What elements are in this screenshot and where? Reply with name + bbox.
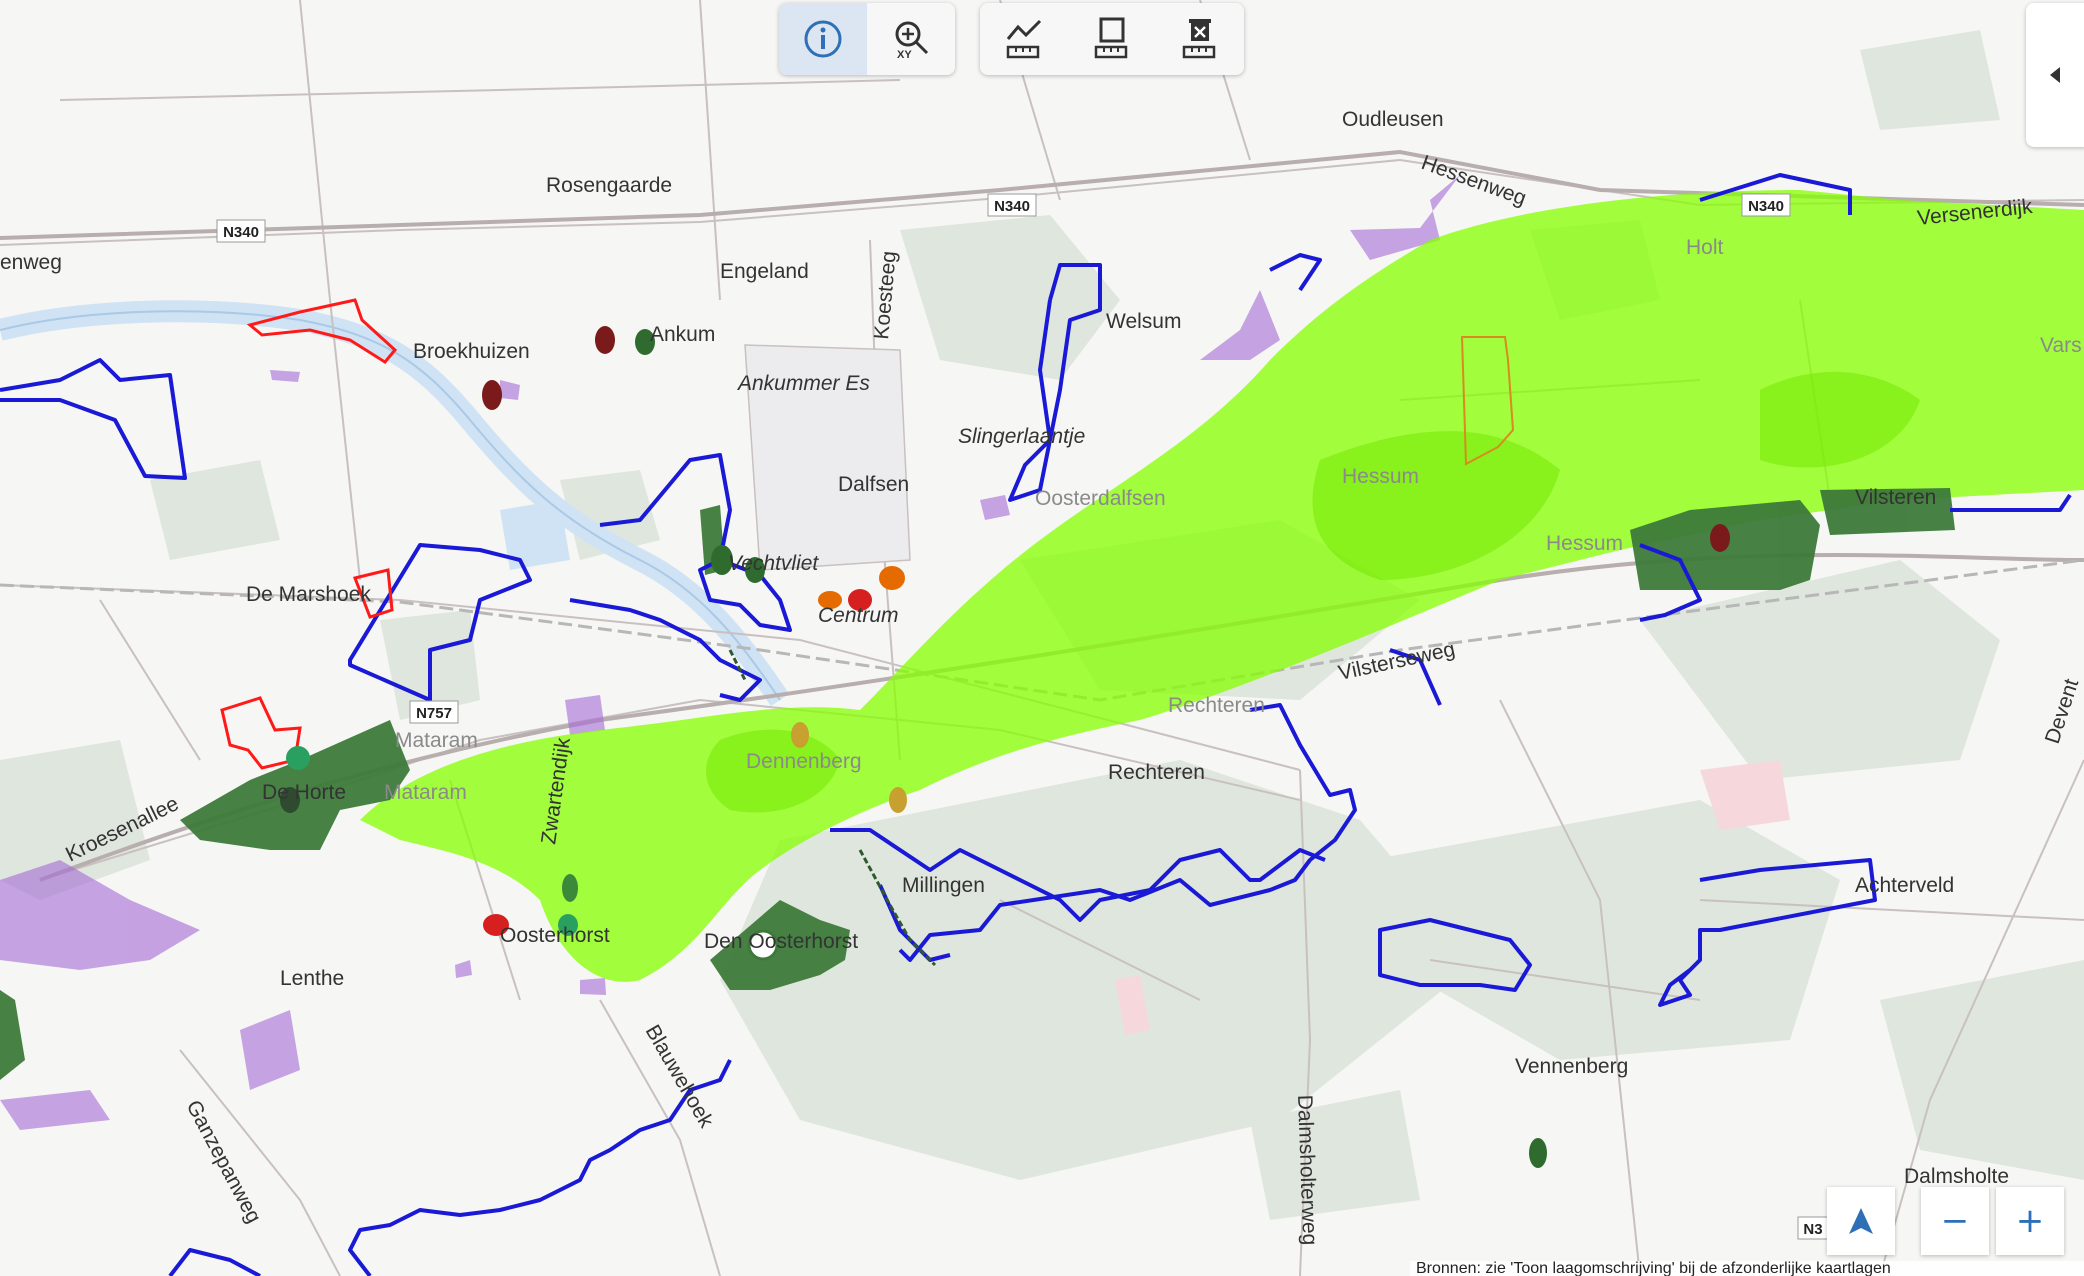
zoom-to-xy-button[interactable]: XY — [867, 3, 955, 75]
place-label: Hessum — [1546, 532, 1623, 555]
place-label: Millingen — [902, 874, 985, 897]
road-shield-n340-a: N340 — [216, 219, 266, 243]
measure-area-button[interactable] — [1068, 3, 1156, 75]
svg-text:N340: N340 — [223, 224, 259, 241]
place-label: Vilsteren — [1855, 486, 1936, 509]
place-label: Hessum — [1342, 465, 1419, 488]
toolbar-measure-group — [980, 3, 1244, 75]
svg-text:N340: N340 — [1748, 198, 1784, 215]
svg-text:N757: N757 — [416, 705, 452, 722]
place-label: Achterveld — [1855, 874, 1954, 897]
info-icon — [804, 20, 842, 58]
toolbar-identify-group: XY — [779, 3, 955, 75]
place-label: Welsum — [1106, 310, 1181, 333]
place-label: Rechteren — [1168, 694, 1265, 717]
place-label: Slingerlaantje — [958, 425, 1085, 448]
zoom-in-button[interactable]: + — [1996, 1187, 2064, 1255]
place-label: Holt — [1686, 236, 1724, 259]
road-shield-n340-c: N340 — [1741, 193, 1791, 217]
side-panel-toggle-button[interactable] — [2026, 3, 2084, 147]
map-canvas[interactable]: N340 N340 N340 N757 N3 Oudleusen Rosenga… — [0, 0, 2084, 1276]
map-attribution: Bronnen: zie 'Toon laagomschrijving' bij… — [1410, 1261, 2084, 1276]
place-label: Rechteren — [1108, 761, 1205, 784]
place-label: Centrum — [818, 604, 899, 627]
place-label: Engeland — [720, 260, 809, 283]
place-label: Ankummer Es — [736, 372, 870, 395]
place-label: Broekhuizen — [413, 340, 530, 363]
place-label: Oudleusen — [1342, 108, 1444, 131]
place-label: Vechtvliet — [728, 552, 819, 575]
zoom-out-button[interactable]: − — [1921, 1187, 1989, 1255]
place-label: Dalfsen — [838, 473, 909, 496]
road-label: enweg — [0, 251, 62, 274]
chevron-left-icon — [2050, 67, 2060, 83]
road-shield-n340-b: N340 — [987, 193, 1037, 217]
svg-text:N3: N3 — [1803, 1221, 1822, 1238]
place-label: De Horte — [262, 781, 346, 804]
svg-text:XY: XY — [897, 49, 912, 59]
svg-text:N340: N340 — [994, 198, 1030, 215]
place-label: Vennenberg — [1515, 1055, 1628, 1078]
locate-arrow-icon — [1849, 1208, 1873, 1234]
place-label: Lenthe — [280, 967, 344, 990]
place-label: Ankum — [650, 323, 715, 346]
measure-line-button[interactable] — [980, 3, 1068, 75]
place-label: De Marshoek — [246, 583, 371, 606]
info-button[interactable] — [779, 3, 867, 75]
road-shield-n757: N757 — [409, 700, 459, 724]
zoom-xy-icon: XY — [895, 21, 929, 59]
place-label: Mataram — [384, 781, 467, 804]
place-label: Rosengaarde — [546, 174, 672, 197]
clear-measure-button[interactable] — [1156, 3, 1244, 75]
place-label: Dennenberg — [746, 750, 862, 773]
measure-area-icon — [1094, 17, 1128, 59]
place-label: Oosterdalfsen — [1035, 487, 1166, 510]
locate-button[interactable] — [1827, 1187, 1895, 1255]
measure-line-icon — [1006, 19, 1042, 59]
place-label: Mataram — [395, 729, 478, 752]
place-label: Oosterhorst — [500, 924, 610, 947]
place-label: Den Oosterhorst — [704, 930, 858, 953]
road-shield-n3: N3 — [1797, 1216, 1829, 1240]
place-label: Vars — [2040, 334, 2082, 357]
clear-measure-icon — [1182, 19, 1216, 59]
place-label: Dalmsholte — [1904, 1165, 2009, 1188]
